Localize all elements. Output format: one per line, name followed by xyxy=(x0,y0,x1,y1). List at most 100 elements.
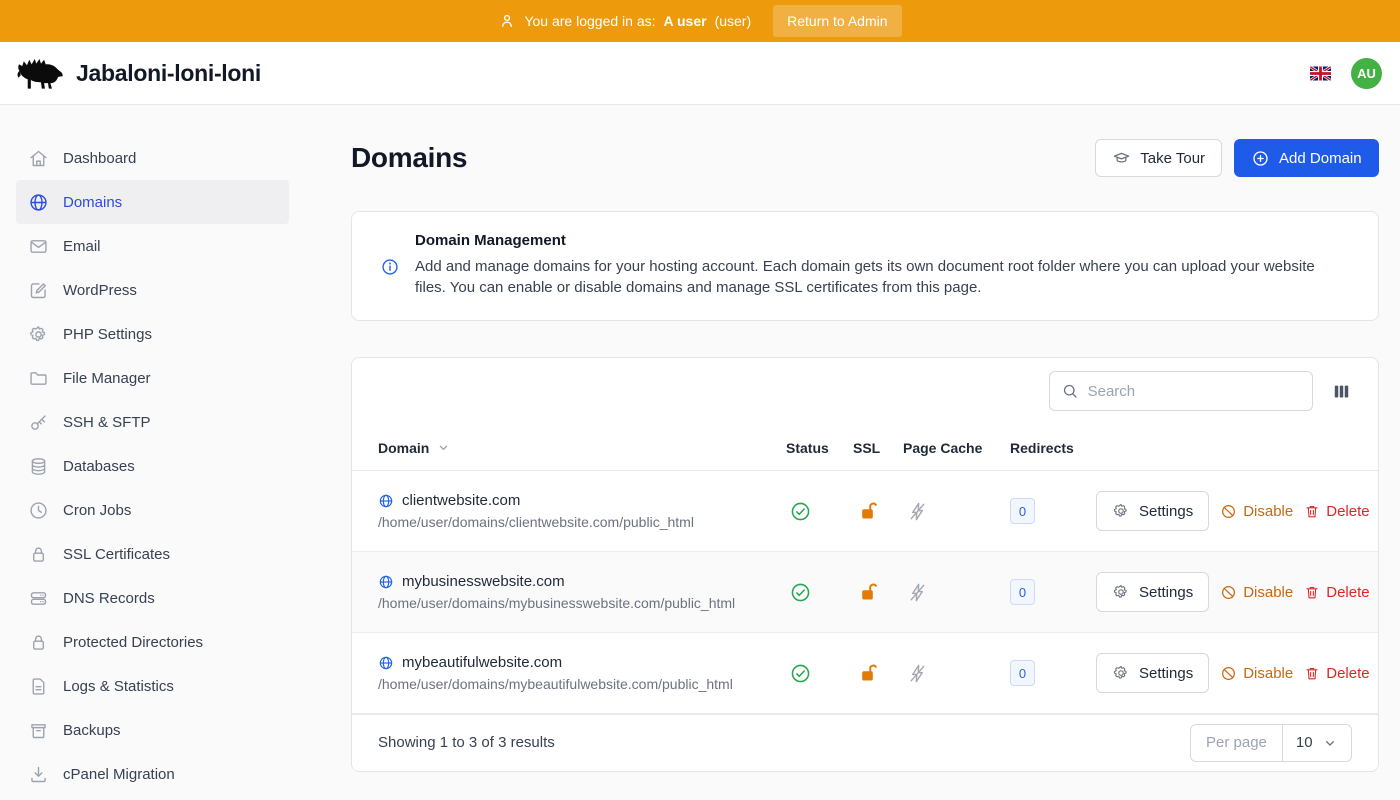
sidebar-item-ssh-sftp[interactable]: SSH & SFTP xyxy=(16,400,289,444)
status-active-icon xyxy=(789,581,812,604)
disable-button[interactable]: Disable xyxy=(1220,665,1293,682)
folder-icon xyxy=(28,368,49,389)
redirects-count-badge[interactable]: 0 xyxy=(1010,498,1035,524)
sidebar-item-label: Backups xyxy=(63,722,121,739)
page-cache-disabled-icon[interactable] xyxy=(906,500,929,523)
sidebar-item-cpanel-migration[interactable]: cPanel Migration xyxy=(16,752,289,796)
sidebar-item-label: WordPress xyxy=(63,282,137,299)
banner-message: You are logged in as: A user (user) xyxy=(498,12,751,30)
column-header-ssl: SSL xyxy=(853,440,903,456)
domain-name[interactable]: mybeautifulwebsite.com xyxy=(402,654,562,671)
logged-in-user: A user xyxy=(664,13,707,29)
sidebar-item-email[interactable]: Email xyxy=(16,224,289,268)
status-active-icon xyxy=(789,500,812,523)
mail-icon xyxy=(28,236,49,257)
delete-button[interactable]: Delete xyxy=(1304,503,1369,520)
info-card-body: Add and manage domains for your hosting … xyxy=(415,256,1318,298)
sidebar-item-label: PHP Settings xyxy=(63,326,152,343)
sidebar-item-label: Dashboard xyxy=(63,150,136,167)
person-icon xyxy=(498,12,516,30)
lock-icon xyxy=(28,544,49,565)
column-header-status: Status xyxy=(786,440,853,456)
sidebar-item-cron-jobs[interactable]: Cron Jobs xyxy=(16,488,289,532)
search-input[interactable] xyxy=(1049,371,1313,411)
impersonation-banner: You are logged in as: A user (user) Retu… xyxy=(0,0,1400,42)
redirects-count-badge[interactable]: 0 xyxy=(1010,660,1035,686)
return-to-admin-button[interactable]: Return to Admin xyxy=(773,5,901,37)
sidebar-item-label: Cron Jobs xyxy=(63,502,131,519)
key-icon xyxy=(28,412,49,433)
sidebar-item-label: Domains xyxy=(63,194,122,211)
avatar[interactable]: AU xyxy=(1351,58,1382,89)
brand-name: Jabaloni-loni-loni xyxy=(76,60,261,87)
boar-logo-icon xyxy=(16,54,66,92)
info-card-title: Domain Management xyxy=(415,232,1318,249)
column-header-redirects: Redirects xyxy=(1010,440,1096,456)
sidebar-item-label: File Manager xyxy=(63,370,151,387)
globe-icon xyxy=(28,192,49,213)
gear-icon xyxy=(1112,502,1130,520)
columns-toggle-icon[interactable] xyxy=(1330,380,1353,403)
domain-name[interactable]: clientwebsite.com xyxy=(402,492,520,509)
disable-button[interactable]: Disable xyxy=(1220,503,1293,520)
settings-button[interactable]: Settings xyxy=(1096,572,1209,612)
logged-in-role: (user) xyxy=(715,13,752,29)
brand[interactable]: Jabaloni-loni-loni xyxy=(16,54,261,92)
info-icon xyxy=(380,257,400,298)
prohibition-icon xyxy=(1220,503,1237,520)
ssl-unlocked-icon[interactable] xyxy=(856,661,880,685)
globe-icon xyxy=(378,574,394,590)
settings-button[interactable]: Settings xyxy=(1096,491,1209,531)
sidebar-item-label: Logs & Statistics xyxy=(63,678,174,695)
page-cache-disabled-icon[interactable] xyxy=(906,662,929,685)
add-domain-button[interactable]: Add Domain xyxy=(1234,139,1379,177)
sidebar-item-label: Protected Directories xyxy=(63,634,203,651)
delete-button[interactable]: Delete xyxy=(1304,584,1369,601)
per-page-label: Per page xyxy=(1191,725,1283,761)
table-body: clientwebsite.com /home/user/domains/cli… xyxy=(352,471,1378,714)
column-header-page-cache: Page Cache xyxy=(903,440,1010,456)
sidebar-item-label: cPanel Migration xyxy=(63,766,175,783)
gear-icon xyxy=(1112,664,1130,682)
take-tour-button[interactable]: Take Tour xyxy=(1095,139,1222,177)
sidebar-item-logs-statistics[interactable]: Logs & Statistics xyxy=(16,664,289,708)
sidebar-item-dns-records[interactable]: DNS Records xyxy=(16,576,289,620)
sidebar-item-wordpress[interactable]: WordPress xyxy=(16,268,289,312)
app-header: Jabaloni-loni-loni AU xyxy=(0,42,1400,105)
sidebar-item-label: DNS Records xyxy=(63,590,155,607)
settings-button[interactable]: Settings xyxy=(1096,653,1209,693)
status-active-icon xyxy=(789,662,812,685)
table-row-clientwebsite-com: clientwebsite.com /home/user/domains/cli… xyxy=(352,471,1378,552)
sidebar-item-ssl-certificates[interactable]: SSL Certificates xyxy=(16,532,289,576)
redirects-count-badge[interactable]: 0 xyxy=(1010,579,1035,605)
chevron-down-icon xyxy=(1322,735,1338,751)
sidebar-item-databases[interactable]: Databases xyxy=(16,444,289,488)
archive-icon xyxy=(28,720,49,741)
sidebar-item-dashboard[interactable]: Dashboard xyxy=(16,136,289,180)
graduation-cap-icon xyxy=(1112,149,1131,168)
table-footer: Showing 1 to 3 of 3 results Per page 10 xyxy=(352,714,1378,771)
sidebar-item-protected-directories[interactable]: Protected Directories xyxy=(16,620,289,664)
table-row-mybusinesswebsite-com: mybusinesswebsite.com /home/user/domains… xyxy=(352,552,1378,633)
clock-icon xyxy=(28,500,49,521)
disable-button[interactable]: Disable xyxy=(1220,584,1293,601)
ssl-unlocked-icon[interactable] xyxy=(856,580,880,604)
per-page-control: Per page 10 xyxy=(1190,724,1352,762)
sidebar-item-label: SSL Certificates xyxy=(63,546,170,563)
main-content: Domains Take Tour Add Domain xyxy=(320,105,1400,800)
per-page-select[interactable]: 10 xyxy=(1283,725,1351,761)
column-header-domain[interactable]: Domain xyxy=(378,440,786,456)
uk-flag-icon[interactable] xyxy=(1310,66,1331,81)
page-cache-disabled-icon[interactable] xyxy=(906,581,929,604)
server-icon xyxy=(28,588,49,609)
domain-name[interactable]: mybusinesswebsite.com xyxy=(402,573,565,590)
trash-icon xyxy=(1304,503,1320,520)
ssl-unlocked-icon[interactable] xyxy=(856,499,880,523)
prohibition-icon xyxy=(1220,665,1237,682)
sidebar-item-php-settings[interactable]: PHP Settings xyxy=(16,312,289,356)
sidebar-item-domains[interactable]: Domains xyxy=(16,180,289,224)
sidebar-item-backups[interactable]: Backups xyxy=(16,708,289,752)
delete-button[interactable]: Delete xyxy=(1304,665,1369,682)
globe-icon xyxy=(378,493,394,509)
sidebar-item-file-manager[interactable]: File Manager xyxy=(16,356,289,400)
